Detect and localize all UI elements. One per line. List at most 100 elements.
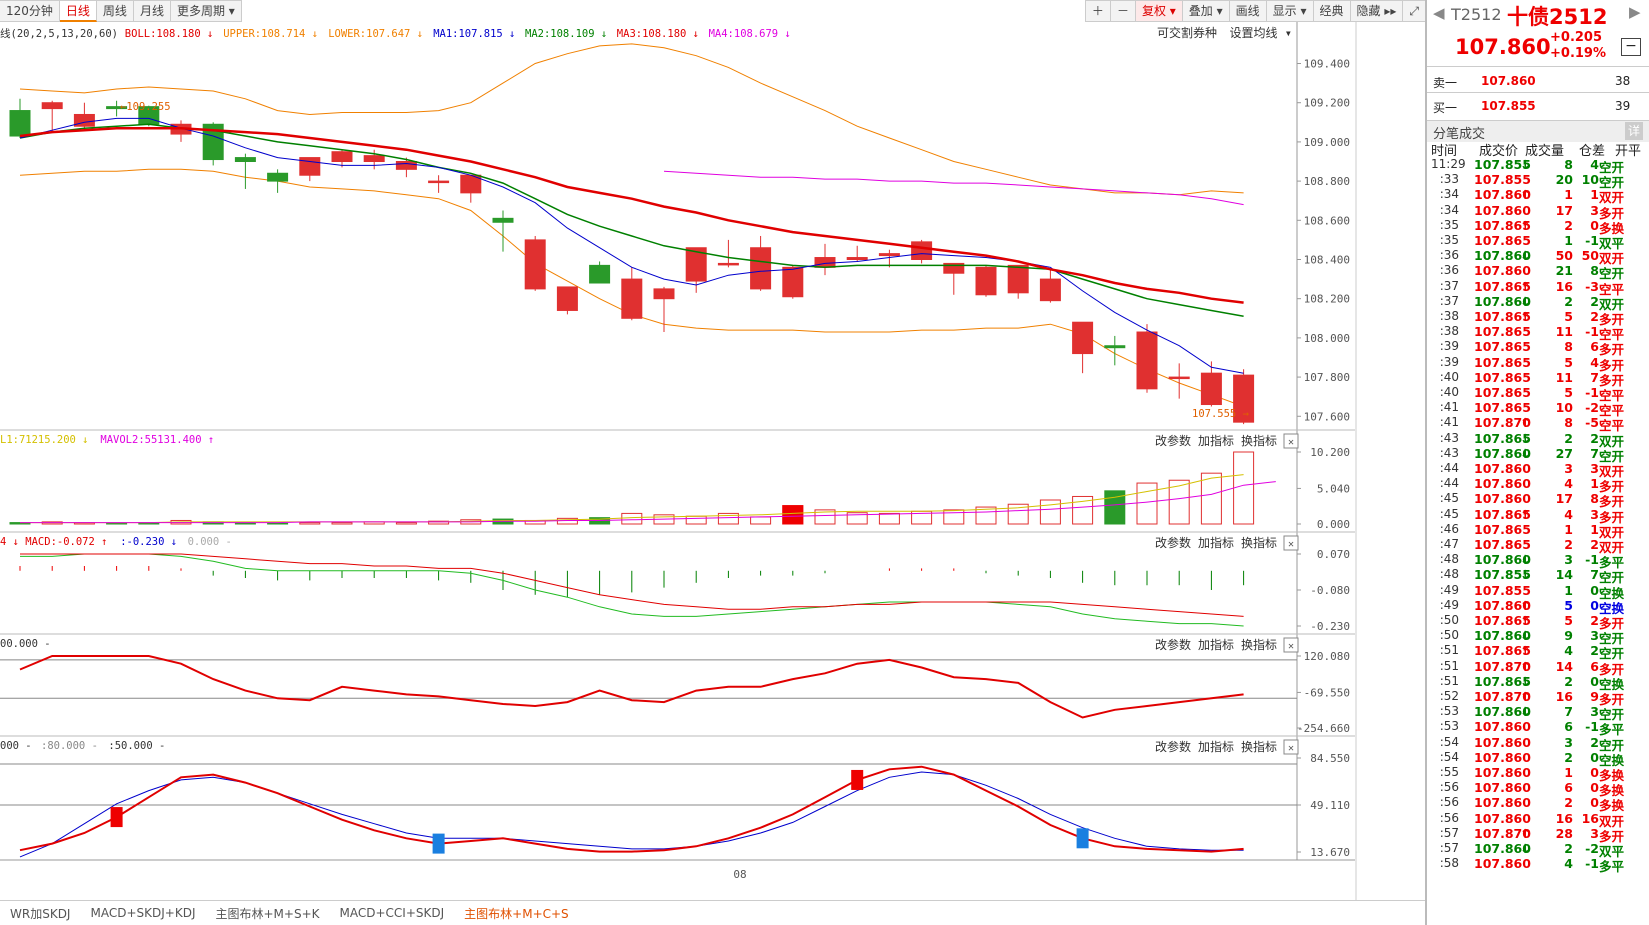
- set-ma-link: 设置均线 ▾: [1230, 26, 1292, 40]
- main-header-7: MA4:108.679 ↓: [709, 28, 791, 40]
- trade-row: :54 107.860 3 2 空开: [1439, 734, 1625, 753]
- volume-bar: [1039, 499, 1061, 525]
- macd-header-1: :-0.230 ↓: [120, 536, 177, 548]
- vol-tick: 0.000: [1317, 518, 1350, 531]
- volume-bar: [750, 516, 772, 525]
- candle-body: [750, 247, 772, 290]
- trade-row: :41 107.870 ↑ 8 -5 空平: [1439, 415, 1625, 434]
- ask-price: 107.860: [1481, 74, 1536, 88]
- next-arrow-icon[interactable]: ▶: [1629, 3, 1641, 21]
- cci-header-0: 00.000 -: [0, 638, 51, 650]
- trade-row: :45 107.860 17 8 多开: [1439, 491, 1625, 510]
- kdj-header-2: :50.000 -: [108, 740, 165, 752]
- candle-body: [846, 257, 868, 260]
- trade-row: :49 107.860 ↑ 5 0 空换: [1439, 597, 1625, 616]
- candle-body: [331, 151, 353, 163]
- trade-row: :48 107.855 ↓ 14 7 空开: [1439, 567, 1625, 586]
- candle-body: [878, 253, 900, 257]
- y-tick-label: 107.800: [1304, 371, 1350, 384]
- cci-btn-1: 加指标: [1198, 637, 1234, 652]
- candle-body: [1039, 278, 1061, 302]
- main-header-4: MA1:107.815 ↓: [433, 28, 515, 40]
- bid-volume: 39: [1615, 99, 1631, 113]
- trade-row: :50 107.865 ↑ 5 2 多开: [1439, 613, 1625, 631]
- trade-row: :52 107.870 ↑ 16 9 多开: [1439, 689, 1625, 707]
- trade-row: :49 107.855 1 0 空换: [1439, 582, 1625, 601]
- template-tab-1[interactable]: MACD+SKDJ+KDJ: [90, 906, 195, 920]
- vol-btn-1: 加指标: [1198, 433, 1234, 448]
- collapse-arrow-icon[interactable]: ◀: [1433, 4, 1445, 22]
- cci-btn-0: 改参数: [1155, 637, 1191, 652]
- macd-tick: -0.230: [1310, 620, 1350, 633]
- candle-body: [524, 239, 546, 290]
- trade-row: :37 107.865 ↑ 16 -3 空平: [1439, 278, 1625, 297]
- trade-row: :38 107.865 ↑ 5 2 多开: [1439, 309, 1625, 327]
- high-label: ←109.255: [120, 101, 171, 113]
- ask-volume: 38: [1615, 74, 1631, 88]
- kdj-tick: 49.110: [1310, 799, 1350, 812]
- trade-row: :50 107.860 ↓ 9 3 空开: [1439, 628, 1625, 647]
- trade-row: :36 107.860 ↓ 50 50 双开: [1439, 248, 1625, 267]
- main-header-3: LOWER:107.647 ↓: [328, 28, 423, 40]
- ask-label: 卖一: [1433, 76, 1458, 90]
- candle-body: [653, 288, 675, 300]
- vol-btn-2: 换指标: [1241, 433, 1277, 448]
- template-tab-2[interactable]: 主图布林+M+S+K: [215, 905, 319, 922]
- macd-btn-2: 换指标: [1241, 535, 1277, 550]
- trade-row: :38 107.865 11 -1 空平: [1439, 324, 1625, 343]
- trade-row: :56 107.860 16 16 双开: [1439, 810, 1625, 829]
- candle-body: [1104, 345, 1126, 349]
- candle-body: [621, 278, 643, 319]
- candle-body: [556, 286, 578, 311]
- trade-row: :37 107.860 ↓ 2 2 双开: [1439, 293, 1625, 312]
- y-tick-label: 108.200: [1304, 293, 1350, 306]
- volume-bar-highlight: [782, 505, 804, 525]
- candle-body: [1168, 376, 1190, 380]
- trade-row: :43 107.865 ↓ 2 2 双开: [1439, 430, 1625, 449]
- trade-row: :48 107.860 ↓ 3 -1 多平: [1439, 552, 1625, 571]
- price-change-pct: +0.19%: [1550, 46, 1606, 61]
- minus-icon[interactable]: −: [1621, 38, 1641, 56]
- last-price: 107.860: [1455, 35, 1551, 59]
- candle-body: [41, 102, 63, 110]
- vol-tick: 10.200: [1310, 446, 1350, 459]
- macd-header-2: 0.000 -: [188, 536, 232, 548]
- trade-row: :39 107.865 5 4 多开: [1439, 354, 1625, 373]
- trade-row: :44 107.860 4 1 多开: [1439, 476, 1625, 495]
- cci-tick: -69.550: [1304, 686, 1350, 699]
- trade-row: :53 107.860 ↓ 7 3 空开: [1439, 704, 1625, 723]
- chart-svg[interactable]: 109.400 109.200 109.000 108.800 108.600 108.4…: [0, 0, 1425, 900]
- trade-row: :47 107.865 2 2 双开: [1439, 537, 1625, 555]
- macd-tick: 0.070: [1317, 548, 1350, 561]
- volume-bar: [1136, 482, 1158, 525]
- kdj-btn-1: 加指标: [1198, 739, 1234, 754]
- kdj-close-icon: ✕: [1288, 743, 1294, 754]
- bid-price: 107.855: [1481, 99, 1536, 113]
- kline-chart-area[interactable]: 120分钟 日线 周线 月线 更多周期 ▾ ＋－复权 ▾ 叠加 ▾ 画线 显示 ▾ 经典 隐藏 ▸…: [0, 0, 1425, 925]
- template-tab-3[interactable]: MACD+CCI+SKDJ: [340, 906, 445, 920]
- y-tick-label: 107.600: [1304, 410, 1350, 423]
- buy-signal-marker: [110, 807, 123, 828]
- candle-body: [1200, 372, 1222, 406]
- candle-body: [814, 257, 836, 268]
- trade-row: :43 107.860 ↓ 27 7 空开: [1439, 445, 1625, 464]
- macd-tick: -0.080: [1310, 584, 1350, 597]
- volume-bar: [1233, 451, 1255, 525]
- vol-header-1: MAVOL2:55131.400 ↑: [100, 434, 214, 446]
- trades-detail-button[interactable]: 详: [1625, 122, 1643, 140]
- trade-row: :51 107.865 ↓ 2 0 空换: [1439, 673, 1625, 692]
- kdj-tick: 13.670: [1310, 846, 1350, 859]
- vol-header-0: L1:71215.200 ↓: [0, 434, 89, 446]
- candle-body: [267, 172, 289, 182]
- cci-line: [19, 655, 1244, 719]
- low-label: 107.555 →: [1192, 408, 1249, 420]
- trade-row: :39 107.865 8 6 多开: [1439, 339, 1625, 358]
- quote-panel: ◀ T2512 十债2512 ▶ 107.860 +0.205 +0.19% −…: [1425, 0, 1649, 925]
- template-tab-4[interactable]: 主图布林+M+C+S: [464, 905, 569, 922]
- volume-bar: [267, 522, 289, 525]
- trade-row: :51 107.870 ↑ 14 6 多开: [1439, 658, 1625, 677]
- trade-row: :56 107.860 6 0 多换: [1439, 780, 1625, 799]
- y-tick-label: 108.800: [1304, 175, 1350, 188]
- trade-row: :34 107.860 17 3 多开: [1439, 202, 1625, 221]
- template-tab-0[interactable]: WR加SKDJ: [10, 905, 70, 922]
